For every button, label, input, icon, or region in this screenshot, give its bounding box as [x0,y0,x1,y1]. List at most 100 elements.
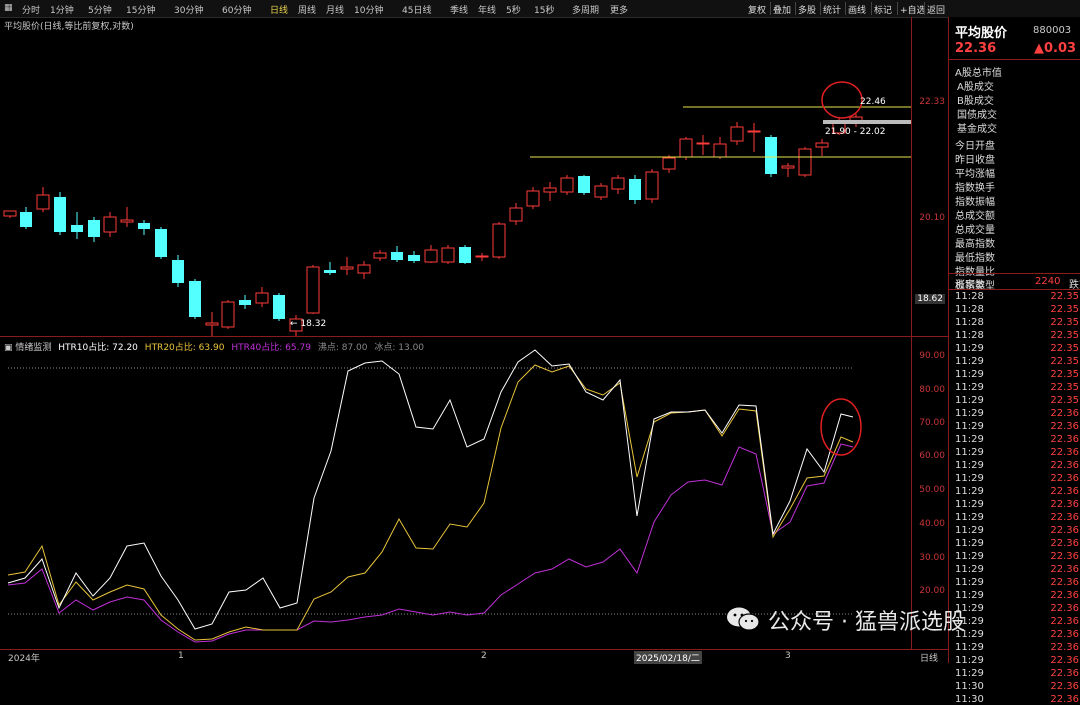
period-label[interactable]: 日线 [920,651,938,664]
date-mar: 3 [785,651,791,661]
quote-field-0: A股总市值 [955,68,1002,79]
candle [172,260,184,283]
toolbar-button-7[interactable]: 返回 [927,3,945,16]
candle [815,142,829,148]
ind-axis-60: 60.00 [919,451,945,461]
tick-price: 22.36 [1050,629,1079,640]
candle [543,187,557,193]
tab-timeframe-4[interactable]: 30分钟 [174,3,203,16]
tick-price: 22.35 [1050,343,1079,354]
tab-timeframe-15[interactable]: 多周期 [572,3,599,16]
tick-price: 22.36 [1050,460,1079,471]
tick-time: 11:28 [955,317,984,328]
candle [239,300,251,305]
date-axis: 2024年 1 2 2025/02/18/二 3 日线 [0,649,948,664]
tick-time: 11:29 [955,447,984,458]
tick-time: 11:29 [955,655,984,666]
tick-price: 22.35 [1050,395,1079,406]
tick-price: 22.35 [1050,304,1079,315]
candle [306,266,320,314]
tick-time: 11:28 [955,330,984,341]
tick-price: 22.36 [1050,421,1079,432]
tab-timeframe-13[interactable]: 5秒 [506,3,521,16]
toolbar-grid-icon[interactable]: ▦ [4,3,13,13]
candle [20,212,32,227]
tick-time: 11:29 [955,564,984,575]
tab-timeframe-9[interactable]: 10分钟 [354,3,383,16]
tick-price: 22.36 [1050,551,1079,562]
candle [138,223,150,229]
tick-time: 11:29 [955,434,984,445]
candle [324,270,336,273]
tick-time: 11:29 [955,382,984,393]
toolbar-button-5[interactable]: 标记 [874,3,892,16]
tab-timeframe-7[interactable]: 周线 [298,3,316,16]
candle [730,126,744,142]
toolbar-button-2[interactable]: 多股 [798,3,816,16]
candlestick-chart[interactable]: 22.46 21.90 - 22.02 ← 18.32 [0,17,911,337]
tick-price: 22.36 [1050,447,1079,458]
tick-price: 22.35 [1050,382,1079,393]
tick-price: 22.36 [1050,655,1079,666]
candle [255,292,269,304]
tick-time: 11:29 [955,577,984,588]
candle [205,322,219,326]
candle [36,194,50,210]
candle [71,225,83,232]
up-count-value: 2240 [1035,276,1061,287]
date-jan: 1 [178,651,184,661]
tab-timeframe-5[interactable]: 60分钟 [222,3,251,16]
tab-timeframe-11[interactable]: 季线 [450,3,468,16]
tab-timeframe-6[interactable]: 日线 [270,3,288,16]
quote-field-3: 国债成交 [957,110,997,121]
tick-time: 11:29 [955,486,984,497]
candle [391,252,403,260]
tick-price: 22.36 [1050,564,1079,575]
tab-timeframe-10[interactable]: 45日线 [402,3,431,16]
candle [88,220,100,237]
sentiment-indicator-chart[interactable] [0,337,911,649]
price-axis: 22.33 20.10 18.62 90.00 80.00 70.00 60.0… [911,17,949,649]
tick-price: 22.36 [1050,473,1079,484]
date-feb: 2 [481,651,487,661]
quote-field-10: 总成交额 [955,211,995,222]
toolbar-button-4[interactable]: 画线 [848,3,866,16]
candle [747,130,761,133]
quote-field-1: A股成交 [957,82,994,93]
quote-field-6: 昨日收盘 [955,155,995,166]
toolbar-button-1[interactable]: 叠加 [773,3,791,16]
highlight-circle-top [821,81,863,119]
quote-field-9: 指数振幅 [955,197,995,208]
toolbar-button-0[interactable]: 复权 [748,3,766,16]
tab-timeframe-8[interactable]: 月线 [326,3,344,16]
quote-field-5: 今日开盘 [955,141,995,152]
toolbar-button-6[interactable]: +自选 [900,3,926,16]
tick-time: 11:28 [955,304,984,315]
tick-price: 22.35 [1050,356,1079,367]
tab-timeframe-1[interactable]: 1分钟 [50,3,74,16]
tick-price: 22.35 [1050,291,1079,302]
tick-price: 22.36 [1050,538,1079,549]
tick-time: 11:30 [955,694,984,705]
tick-time: 11:29 [955,668,984,679]
tick-time: 11:29 [955,499,984,510]
tab-timeframe-12[interactable]: 年线 [478,3,496,16]
toolbar: ▦ 分时 1分钟 5分钟 15分钟 30分钟 60分钟 日线 周线 月线 10分钟 45日线 季线 年线… [0,0,1080,18]
tab-timeframe-2[interactable]: 5分钟 [88,3,112,16]
tick-price: 22.36 [1050,668,1079,679]
axis-label-mid: 20.10 [919,213,945,223]
tab-timeframe-16[interactable]: 更多 [610,3,628,16]
tab-timeframe-0[interactable]: 分时 [22,3,40,16]
tab-timeframe-3[interactable]: 15分钟 [126,3,155,16]
tick-price: 22.36 [1050,642,1079,653]
tick-price: 22.36 [1050,694,1079,705]
tab-timeframe-14[interactable]: 15秒 [534,3,554,16]
date-2024: 2024年 [8,654,40,664]
candle [798,148,812,176]
tick-time: 11:29 [955,551,984,562]
candle [578,176,590,193]
quote-field-12: 最高指数 [955,239,995,250]
tick-time: 11:29 [955,538,984,549]
toolbar-button-3[interactable]: 统计 [823,3,841,16]
candle [526,190,540,207]
